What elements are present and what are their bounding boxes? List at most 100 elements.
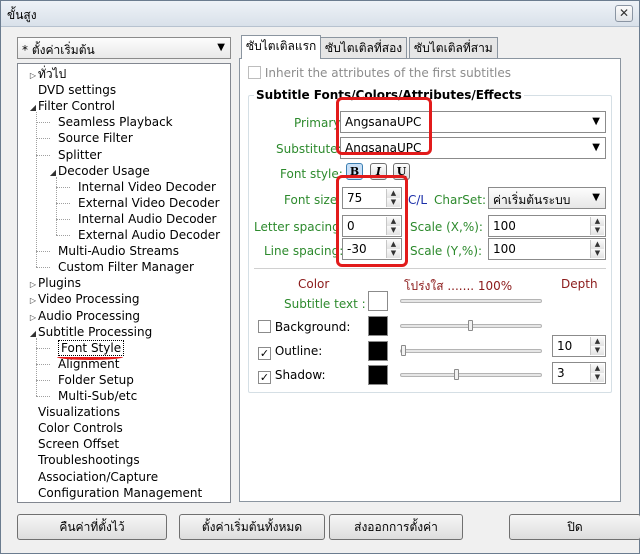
charset-dropdown[interactable]: ค่าเริ่มต้นระบบ ▼ (488, 187, 606, 209)
tree-item[interactable]: Color Controls (28, 420, 123, 436)
tree-item[interactable]: Source Filter (48, 130, 133, 146)
scale-x-spinner[interactable]: 100 ▲ ▼ (488, 215, 606, 237)
red-annotation-box-sizes (336, 175, 408, 267)
spin-up-icon[interactable]: ▲ (591, 240, 604, 249)
background-checkbox-row[interactable]: Background: (258, 320, 350, 334)
background-checkbox[interactable] (258, 320, 271, 333)
tree-item[interactable]: Internal Video Decoder (68, 179, 216, 195)
subtitle-text-opacity-slider[interactable] (400, 299, 542, 303)
subtitle-text-color-swatch[interactable] (368, 291, 388, 311)
spin-down-icon[interactable]: ▼ (591, 373, 604, 382)
tree-item[interactable]: ▷ Audio Processing (28, 308, 140, 324)
tree-connector (36, 251, 50, 253)
tree-item-label: Association/Capture (38, 469, 159, 484)
tree-item[interactable]: Seamless Playback (48, 114, 173, 130)
tab-first-subtitle[interactable]: ซับไตเติลแรก (241, 35, 322, 59)
charset-label: CharSet: (434, 193, 487, 207)
spin-up-icon[interactable]: ▲ (591, 217, 604, 226)
tree-item[interactable]: ▷ Plugins (28, 275, 81, 291)
outline-opacity-thumb[interactable] (401, 345, 406, 356)
tree-item[interactable]: Splitter (48, 147, 102, 163)
tree-item[interactable]: ◢ Subtitle Processing (28, 324, 152, 340)
scale-x-value: 100 (493, 219, 516, 233)
tree-item[interactable]: Screen Offset (28, 436, 119, 452)
scale-y-spinner[interactable]: 100 ▲ ▼ (488, 238, 606, 260)
tree-item-label: Multi-Audio Streams (58, 244, 179, 259)
tab-second-subtitle[interactable]: ซับไตเติลที่สอง (320, 37, 408, 59)
chevron-down-icon: ▼ (592, 142, 600, 153)
tree-item[interactable]: Association/Capture (28, 469, 158, 485)
background-opacity-thumb[interactable] (468, 320, 473, 331)
inherit-checkbox-row[interactable]: Inherit the attributes of the first subt… (248, 66, 511, 80)
shadow-opacity-slider[interactable] (400, 373, 542, 377)
tree-item-label: Plugins (38, 276, 81, 291)
tree-item[interactable]: Internal Audio Decoder (68, 211, 216, 227)
default-all-button[interactable]: ตั้งค่าเริ่มต้นทั้งหมด (179, 514, 325, 540)
tree-item[interactable]: DVD settings (28, 82, 116, 98)
resize-grip-icon[interactable] (627, 541, 637, 551)
shadow-opacity-thumb[interactable] (454, 369, 459, 380)
close-window-button[interactable]: ✕ (615, 5, 633, 22)
tree-item[interactable]: ◢ Decoder Usage (48, 163, 150, 179)
tree-item[interactable]: Folder Setup (48, 372, 134, 388)
tree-item-label: Configuration Management (38, 485, 203, 500)
tree-item[interactable]: External Audio Decoder (68, 227, 220, 243)
spin-down-icon[interactable]: ▼ (591, 346, 604, 355)
scale-y-updown[interactable]: ▲ ▼ (590, 240, 604, 258)
shadow-depth-spinner[interactable]: 3 ▲ ▼ (552, 362, 606, 384)
outline-checkbox-row[interactable]: ✓ Outline: (258, 344, 322, 360)
spin-down-icon[interactable]: ▼ (591, 226, 604, 235)
tree-item-label: ทั่วไป (38, 67, 67, 81)
outline-color-swatch[interactable] (368, 341, 388, 361)
tree-item[interactable]: Custom Filter Manager (48, 259, 194, 275)
spin-down-icon[interactable]: ▼ (591, 249, 604, 258)
tree-item-label: Audio Processing (38, 308, 140, 323)
tree-item[interactable]: Visualizations (28, 404, 120, 420)
shadow-color-swatch[interactable] (368, 365, 388, 385)
tree-item-label: Custom Filter Manager (58, 260, 194, 275)
tree-item-label: DVD settings (38, 83, 117, 98)
background-color-swatch[interactable] (368, 316, 388, 336)
outline-checkbox[interactable]: ✓ (258, 347, 271, 360)
tree-item[interactable]: Configuration Management (28, 485, 202, 501)
profile-dropdown[interactable]: * ตั้งค่าเริ่มต้น ▼ (17, 37, 231, 59)
spin-up-icon[interactable]: ▲ (591, 337, 604, 346)
scale-y-label: Scale (Y,%): (410, 244, 483, 258)
tree-item-label: Folder Setup (58, 372, 134, 387)
settings-tree[interactable]: ▷ ทั่วไป DVD settings ◢ Filter Control Seamle… (17, 63, 231, 503)
tree-item[interactable]: External Video Decoder (68, 195, 220, 211)
separator (254, 268, 606, 269)
profile-dropdown-value: * ตั้งค่าเริ่มต้น (22, 43, 95, 57)
cl-label: C/L (408, 193, 428, 207)
reset-button[interactable]: คืนค่าที่ตั้งไว้ (17, 514, 167, 540)
export-settings-button[interactable]: ส่งออกการตั้งค่า (329, 514, 463, 540)
opacity-header: โปร่งใส ....... 100% (404, 279, 513, 293)
red-annotation-box-fonts (336, 97, 432, 155)
inherit-label: Inherit the attributes of the first subt… (264, 66, 512, 80)
outline-depth-updown[interactable]: ▲ ▼ (590, 337, 604, 355)
outline-label: Outline: (274, 344, 323, 358)
shadow-depth-updown[interactable]: ▲ ▼ (590, 364, 604, 382)
tree-item[interactable]: ▷ ทั่วไป (28, 66, 66, 82)
shadow-checkbox-row[interactable]: ✓ Shadow: (258, 368, 326, 384)
tree-connector (36, 379, 50, 381)
tree-item[interactable]: ▷ Video Processing (28, 291, 140, 307)
tree-item[interactable]: ◢ Filter Control (28, 98, 115, 114)
tree-item-label: Decoder Usage (58, 163, 150, 178)
outline-depth-spinner[interactable]: 10 ▲ ▼ (552, 335, 606, 357)
tree-item-label: Internal Video Decoder (78, 179, 216, 194)
tab-third-subtitle[interactable]: ซับไตเติลที่สาม (409, 37, 498, 59)
scale-x-updown[interactable]: ▲ ▼ (590, 217, 604, 235)
tree-item[interactable]: Multi-Sub/etc (48, 388, 137, 404)
close-button[interactable]: ปิด (509, 514, 640, 540)
tree-item[interactable]: Multi-Audio Streams (48, 243, 179, 259)
spin-up-icon[interactable]: ▲ (591, 364, 604, 373)
letter-spacing-label: Letter spacing (254, 220, 340, 234)
outline-opacity-slider[interactable] (400, 349, 542, 353)
tree-item[interactable]: Troubleshootings (28, 452, 140, 468)
tree-connector (36, 363, 50, 365)
shadow-checkbox[interactable]: ✓ (258, 371, 271, 384)
inherit-checkbox[interactable] (248, 66, 261, 79)
tree-connector (36, 122, 50, 124)
tree-connector (56, 218, 70, 220)
